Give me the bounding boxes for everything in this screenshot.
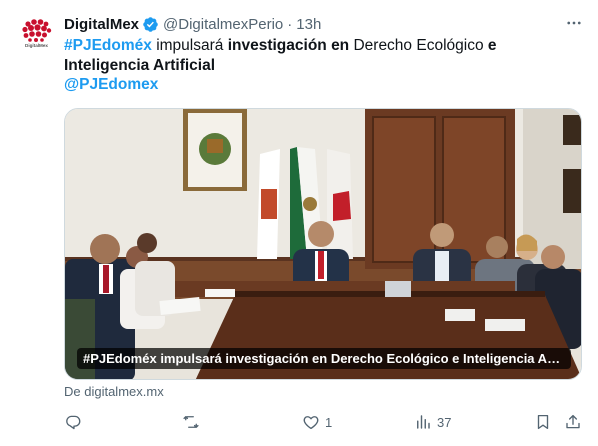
timestamp[interactable]: 13h bbox=[296, 16, 321, 33]
svg-text:DigitalMex: DigitalMex bbox=[25, 43, 48, 48]
retweet-icon bbox=[183, 416, 199, 428]
digitalmex-logo: DigitalMex bbox=[15, 13, 57, 55]
card-title: #PJEdoméx impulsará investigación en Der… bbox=[77, 348, 571, 369]
card-image bbox=[65, 109, 581, 379]
tweet-header: DigitalMex @DigitalmexPerio · 13h bbox=[64, 14, 584, 34]
like-button[interactable]: 1 bbox=[302, 410, 332, 434]
more-icon[interactable] bbox=[564, 13, 584, 33]
verified-badge-icon bbox=[143, 16, 158, 32]
share-button[interactable] bbox=[564, 410, 582, 434]
views-count: 37 bbox=[437, 414, 452, 430]
like-icon bbox=[303, 416, 319, 430]
avatar[interactable]: DigitalMex bbox=[14, 12, 58, 56]
reply-icon bbox=[66, 415, 81, 430]
like-count: 1 bbox=[325, 414, 333, 430]
tweet-text: #PJEdoméx impulsará investigación en Der… bbox=[64, 36, 584, 76]
tweet-text-bold: investigación en bbox=[227, 37, 350, 54]
views-icon bbox=[417, 415, 430, 429]
card-source[interactable]: De digitalmex.mx bbox=[64, 384, 164, 399]
bookmark-button[interactable] bbox=[534, 410, 552, 434]
hashtag-link[interactable]: #PJEdoméx bbox=[64, 37, 152, 54]
separator-dot: · bbox=[287, 15, 293, 33]
mention-link[interactable]: @PJEdomex bbox=[64, 76, 158, 94]
author-handle[interactable]: @DigitalmexPerio bbox=[163, 16, 283, 33]
tweet-text-part: Derecho Ecológico bbox=[349, 37, 488, 54]
link-card[interactable]: #PJEdoméx impulsará investigación en Der… bbox=[64, 108, 582, 380]
author-name[interactable]: DigitalMex bbox=[64, 16, 139, 33]
bookmark-icon bbox=[537, 414, 549, 430]
views-button[interactable]: 37 bbox=[414, 410, 451, 434]
action-bar: 1 37 bbox=[64, 410, 584, 434]
retweet-button[interactable] bbox=[182, 410, 205, 434]
tweet-text-part: impulsará bbox=[151, 37, 228, 54]
share-icon bbox=[566, 414, 580, 429]
reply-button[interactable] bbox=[64, 410, 87, 434]
